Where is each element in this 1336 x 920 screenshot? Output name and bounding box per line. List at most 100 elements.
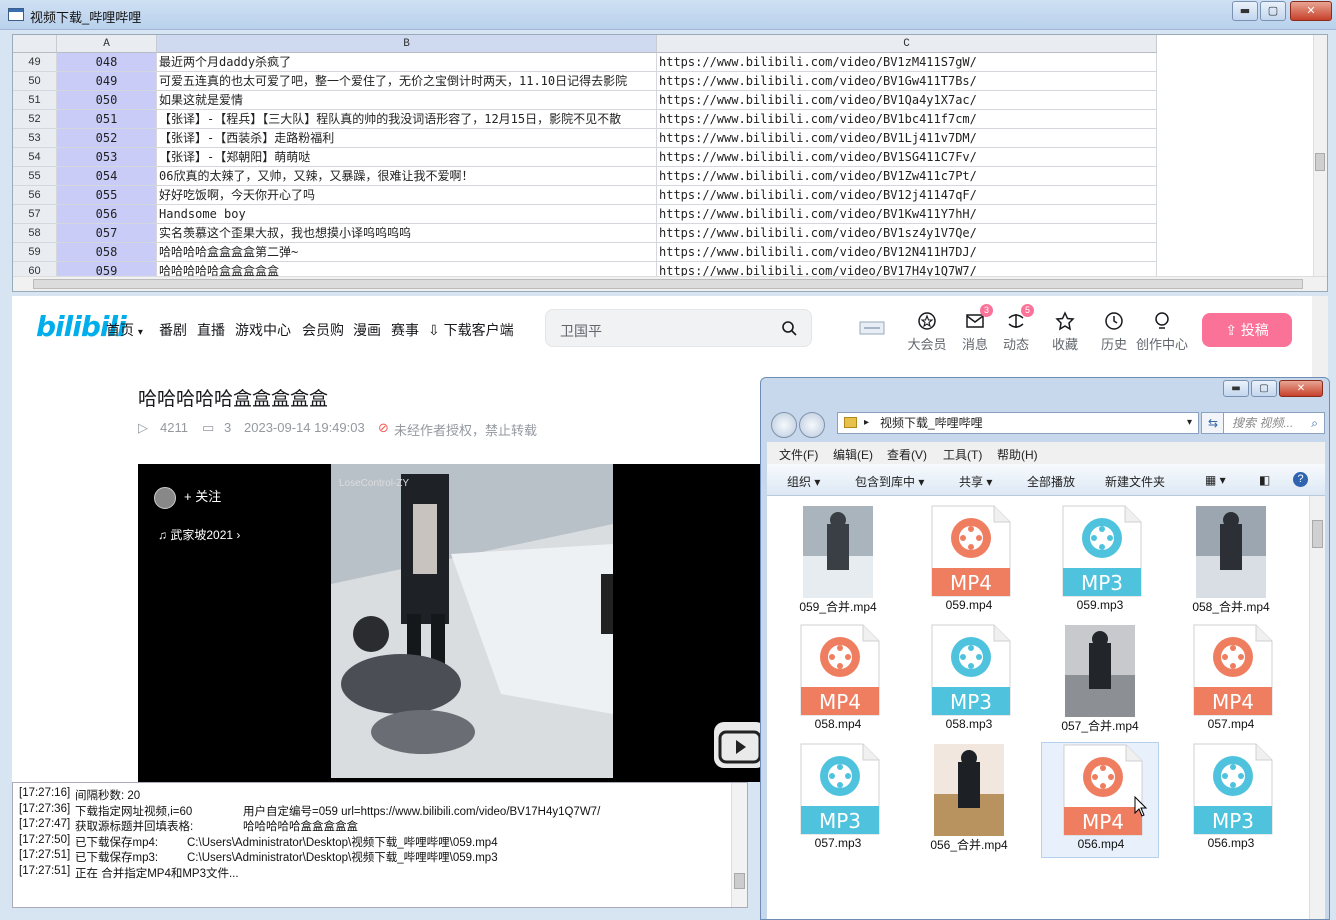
- scroll-thumb[interactable]: [1312, 520, 1323, 548]
- cell-a[interactable]: 048: [57, 53, 157, 72]
- table-row[interactable]: 59 058 哈哈哈哈盒盒盒盒第二弹~ https://www.bilibili.co…: [13, 243, 1157, 262]
- minimize-button[interactable]: ▬: [1232, 1, 1258, 21]
- cell-a[interactable]: 058: [57, 243, 157, 262]
- file-item[interactable]: 056_合并.mp4: [910, 742, 1028, 858]
- view-options-icon[interactable]: ▦ ▾: [1205, 473, 1226, 487]
- upload-button[interactable]: ⇪ 投稿: [1202, 313, 1292, 347]
- promo-icon[interactable]: [858, 318, 886, 338]
- column-header-c[interactable]: C: [657, 35, 1157, 53]
- cell-c[interactable]: https://www.bilibili.com/video/BV12j4114…: [657, 186, 1157, 205]
- column-header-a[interactable]: A: [57, 35, 157, 53]
- row-number[interactable]: 52: [13, 110, 57, 129]
- column-header-b[interactable]: B: [157, 35, 657, 53]
- nav-anime[interactable]: 番剧: [159, 320, 187, 340]
- maximize-button[interactable]: ▢: [1260, 1, 1286, 21]
- table-row[interactable]: 57 056 Handsome boy https://www.bilibili.co…: [13, 205, 1157, 224]
- explorer-search-input[interactable]: 搜索 视频... ⌕: [1223, 412, 1325, 434]
- forward-button[interactable]: [799, 412, 825, 438]
- file-list[interactable]: 059_合并.mp4 MP4 059.mp4 MP3 059.mp3 058_合并.mp4…: [767, 496, 1325, 919]
- nav-mall[interactable]: 会员购: [302, 320, 344, 340]
- nav-esports[interactable]: 赛事: [391, 320, 419, 340]
- cell-c[interactable]: https://www.bilibili.com/video/BV1Gw411T…: [657, 72, 1157, 91]
- nav-game-center[interactable]: 游戏中心: [235, 320, 291, 340]
- table-row[interactable]: 58 057 实名羡慕这个歪果大叔，我也想摸小译呜呜呜呜 https://www.bi…: [13, 224, 1157, 243]
- menu-view[interactable]: 查看(V): [887, 446, 927, 463]
- search-input[interactable]: 卫国平: [560, 321, 602, 341]
- cell-b[interactable]: 可爱五连真的也太可爱了吧，整一个爱住了，无价之宝倒计时两天，11.10日记得去影…: [157, 72, 657, 91]
- explorer-scrollbar[interactable]: [1309, 496, 1325, 919]
- table-row[interactable]: 54 053 【张译】-【郑朝阳】萌萌哒 https://www.bilibili.c…: [13, 148, 1157, 167]
- cell-a[interactable]: 052: [57, 129, 157, 148]
- cell-a[interactable]: 050: [57, 91, 157, 110]
- menu-file[interactable]: 文件(F): [779, 446, 818, 463]
- back-button[interactable]: [771, 412, 797, 438]
- messages-button[interactable]: 3 消息: [953, 304, 997, 353]
- table-row[interactable]: 52 051 【张译】-【程兵】【三大队】程队真的帅的我没词语形容了，12月15日，…: [13, 110, 1157, 129]
- organize-button[interactable]: 组织 ▾: [787, 473, 820, 490]
- cell-b[interactable]: 最近两个月daddy杀疯了: [157, 53, 657, 72]
- file-item[interactable]: MP3 059.mp3: [1041, 504, 1159, 620]
- cell-b[interactable]: 【张译】-【郑朝阳】萌萌哒: [157, 148, 657, 167]
- close-button[interactable]: ✕: [1290, 1, 1332, 21]
- cell-a[interactable]: 054: [57, 167, 157, 186]
- creator-center-button[interactable]: 创作中心: [1136, 310, 1188, 353]
- refresh-icon[interactable]: ⇆: [1201, 412, 1225, 434]
- search-icon[interactable]: [781, 320, 797, 336]
- new-folder-button[interactable]: 新建文件夹: [1105, 473, 1165, 490]
- cell-b[interactable]: 哈哈哈哈盒盒盒盒第二弹~: [157, 243, 657, 262]
- nav-manga[interactable]: 漫画: [353, 320, 381, 340]
- log-scrollbar[interactable]: [731, 783, 747, 907]
- cell-a[interactable]: 049: [57, 72, 157, 91]
- mini-player-icon[interactable]: [714, 722, 766, 768]
- menu-help[interactable]: 帮助(H): [997, 446, 1038, 463]
- preview-pane-icon[interactable]: ◧: [1259, 473, 1270, 487]
- nav-download-client[interactable]: ⇩ 下载客户端: [428, 320, 514, 340]
- play-all-button[interactable]: 全部播放: [1027, 473, 1075, 490]
- corner-cell[interactable]: [13, 35, 57, 53]
- cell-c[interactable]: https://www.bilibili.com/video/BV1zM411S…: [657, 53, 1157, 72]
- file-item[interactable]: 057_合并.mp4: [1041, 623, 1159, 739]
- avatar[interactable]: [154, 486, 176, 509]
- cell-a[interactable]: 051: [57, 110, 157, 129]
- file-item[interactable]: MP4 058.mp4: [779, 623, 897, 739]
- cell-b[interactable]: 实名羡慕这个歪果大叔，我也想摸小译呜呜呜呜: [157, 224, 657, 243]
- scroll-thumb[interactable]: [1315, 153, 1325, 171]
- explorer-maximize-button[interactable]: ▢: [1251, 380, 1277, 397]
- nav-home[interactable]: 首页 ▾: [106, 320, 143, 340]
- table-row[interactable]: 56 055 好好吃饭啊，今天你开心了吗 https://www.bilibili.c…: [13, 186, 1157, 205]
- explorer-minimize-button[interactable]: ▬: [1223, 380, 1249, 397]
- cell-a[interactable]: 055: [57, 186, 157, 205]
- row-number[interactable]: 53: [13, 129, 57, 148]
- sheet-vertical-scrollbar[interactable]: [1313, 35, 1327, 277]
- row-number[interactable]: 58: [13, 224, 57, 243]
- row-number[interactable]: 50: [13, 72, 57, 91]
- history-button[interactable]: 历史: [1092, 310, 1136, 353]
- nav-live[interactable]: 直播: [197, 320, 225, 340]
- cell-c[interactable]: https://www.bilibili.com/video/BV1Lj411v…: [657, 129, 1157, 148]
- cell-c[interactable]: https://www.bilibili.com/video/BV1Qa4y1X…: [657, 91, 1157, 110]
- cell-b[interactable]: 如果这就是爱情: [157, 91, 657, 110]
- cell-b[interactable]: 好好吃饭啊，今天你开心了吗: [157, 186, 657, 205]
- table-row[interactable]: 55 054 06欣真的太辣了，又帅，又辣，又暴躁，很难让我不爱啊！ https://…: [13, 167, 1157, 186]
- row-number[interactable]: 56: [13, 186, 57, 205]
- sheet-horizontal-scrollbar[interactable]: [13, 276, 1327, 291]
- chevron-down-icon[interactable]: ▾: [1187, 413, 1192, 433]
- cell-b[interactable]: 【张译】-【程兵】【三大队】程队真的帅的我没词语形容了，12月15日，影院不见不…: [157, 110, 657, 129]
- cell-c[interactable]: https://www.bilibili.com/video/BV1bc411f…: [657, 110, 1157, 129]
- vip-button[interactable]: 大会员: [905, 310, 949, 353]
- row-number[interactable]: 57: [13, 205, 57, 224]
- table-row[interactable]: 51 050 如果这就是爱情 https://www.bilibili.com/vid…: [13, 91, 1157, 110]
- cell-c[interactable]: https://www.bilibili.com/video/BV1Kw411Y…: [657, 205, 1157, 224]
- video-player[interactable]: + 关注 ♫ 武家坡2021 › LoseControl-ZY: [138, 464, 778, 782]
- table-row[interactable]: 49 048 最近两个月daddy杀疯了 https://www.bilibili.c…: [13, 53, 1157, 72]
- file-item[interactable]: MP3 058.mp3: [910, 623, 1028, 739]
- scroll-thumb[interactable]: [734, 873, 745, 889]
- file-item[interactable]: MP4 057.mp4: [1172, 623, 1290, 739]
- file-item[interactable]: MP3 057.mp3: [779, 742, 897, 858]
- row-number[interactable]: 55: [13, 167, 57, 186]
- help-icon[interactable]: ?: [1293, 472, 1308, 487]
- cell-a[interactable]: 056: [57, 205, 157, 224]
- scroll-thumb[interactable]: [33, 279, 1303, 289]
- cell-c[interactable]: https://www.bilibili.com/video/BV1Zw411c…: [657, 167, 1157, 186]
- dynamic-button[interactable]: 5 动态: [994, 304, 1038, 353]
